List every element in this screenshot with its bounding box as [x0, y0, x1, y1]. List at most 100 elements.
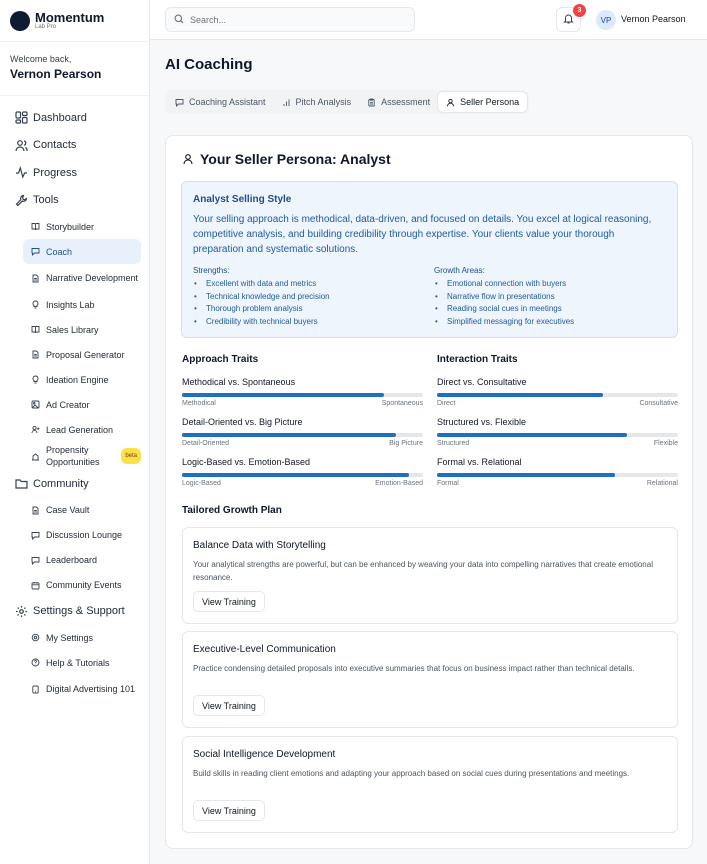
plan-item-title: Executive-Level Communication: [193, 644, 336, 655]
tab-pitch-analysis[interactable]: Pitch Analysis: [274, 92, 360, 112]
sidebar-item-community[interactable]: Community: [0, 470, 149, 498]
sidebar-item-label: Discussion Lounge: [46, 530, 123, 540]
sidebar-item-tools[interactable]: Tools: [0, 187, 149, 215]
selling-style-panel: Analyst Selling Style Your selling appro…: [181, 181, 678, 338]
brand-logo: [10, 10, 30, 31]
brand-name: Momentum: [35, 9, 105, 25]
sidebar-item-sales-library[interactable]: Sales Library: [23, 317, 141, 342]
trait-right-label: Flexible: [653, 440, 678, 447]
list-item: Technical knowledge and precision: [193, 291, 330, 304]
trait-bar-fill: [182, 473, 409, 477]
list-item: Emotional connection with buyers: [434, 278, 574, 291]
sidebar-item-help-tutorials[interactable]: Help & Tutorials: [23, 650, 141, 675]
brand[interactable]: Momentum Lab Pro: [0, 0, 149, 42]
plan-item-description: Your analytical strengths are powerful, …: [193, 560, 653, 582]
sidebar-item-label: Progress: [33, 166, 78, 179]
sidebar-item-propensity-opportunities[interactable]: Propensity Opportunities beta: [23, 442, 141, 470]
approach-traits-heading: Approach Traits: [182, 354, 259, 365]
sidebar-item-settings-support[interactable]: Settings & Support: [0, 598, 149, 626]
tab-label: Assessment: [381, 97, 431, 107]
sidebar-item-label: Digital Advertising 101: [46, 684, 136, 694]
sidebar-item-ad-creator[interactable]: Ad Creator: [23, 392, 141, 417]
tablet-icon: [31, 685, 40, 694]
sidebar-item-lead-generation[interactable]: Lead Generation: [23, 417, 141, 442]
tab-coaching-assistant[interactable]: Coaching Assistant: [167, 92, 274, 112]
selling-style-title: Analyst Selling Style: [193, 194, 292, 205]
sidebar-item-digital-advertising[interactable]: Digital Advertising 101: [23, 675, 141, 703]
trait-name: Direct vs. Consultative: [437, 377, 527, 387]
list-item: Thorough problem analysis: [193, 303, 330, 316]
search-icon: [174, 11, 184, 29]
sidebar-item-community-events[interactable]: Community Events: [23, 573, 141, 598]
sidebar-item-label: Contacts: [33, 139, 77, 152]
chat-icon: [31, 556, 40, 565]
clipboard-icon: [367, 98, 376, 107]
trait-logic-emotion: Logic-Based vs. Emotion-Based Logic-Base…: [182, 457, 423, 497]
search-input[interactable]: [190, 14, 390, 25]
sidebar-item-proposal-generator[interactable]: Proposal Generator: [23, 342, 141, 367]
sidebar-item-dashboard[interactable]: Dashboard: [0, 104, 149, 132]
sidebar-item-label: Coach: [46, 246, 73, 257]
sidebar-item-storybuilder[interactable]: Storybuilder: [23, 214, 141, 239]
view-training-button[interactable]: View Training: [193, 695, 265, 716]
sidebar-item-label: Propensity Opportunities: [46, 445, 100, 467]
trait-name: Methodical vs. Spontaneous: [182, 377, 296, 387]
top-header: 3 VP Vernon Pearson: [150, 0, 707, 40]
activity-icon: [15, 166, 28, 180]
trait-left-label: Detail-Oriented: [182, 440, 230, 447]
lightbulb-icon: [31, 300, 40, 309]
beta-badge: beta: [121, 448, 141, 464]
growth-areas-list: Emotional connection with buyers Narrati…: [434, 278, 574, 329]
help-icon: [31, 658, 40, 667]
sidebar-item-leaderboard[interactable]: Leaderboard: [23, 548, 141, 573]
strengths-heading: Strengths:: [193, 266, 230, 275]
tab-assessment[interactable]: Assessment: [359, 92, 438, 112]
chat-icon: [175, 98, 184, 107]
trait-bar: [437, 393, 678, 397]
sidebar-item-label: My Settings: [46, 632, 94, 643]
notifications-button[interactable]: 3: [556, 4, 586, 32]
trait-detail-bigpicture: Detail-Oriented vs. Big Picture Detail-O…: [182, 417, 423, 457]
trait-left-label: Logic-Based: [182, 480, 221, 487]
trait-bar-fill: [182, 393, 385, 397]
user-plus-icon: [31, 425, 40, 434]
trait-formal-relational: Formal vs. Relational Formal Relational: [437, 457, 678, 497]
sidebar-item-coach[interactable]: Coach: [23, 239, 141, 264]
sidebar-item-ideation-engine[interactable]: Ideation Engine: [23, 367, 141, 392]
sidebar-item-label: Ideation Engine: [46, 374, 109, 385]
avatar[interactable]: VP: [596, 10, 616, 30]
tab-seller-persona[interactable]: Seller Persona: [438, 92, 528, 112]
list-item: Narrative flow in presentations: [434, 291, 574, 304]
sidebar-item-label: Leaderboard: [46, 555, 98, 565]
sidebar-item-my-settings[interactable]: My Settings: [23, 625, 141, 650]
sidebar-item-progress[interactable]: Progress: [0, 159, 149, 187]
view-training-button[interactable]: View Training: [193, 591, 265, 612]
trait-right-label: Spontaneous: [381, 400, 423, 407]
trait-bar-fill: [437, 473, 616, 477]
sidebar-nav: Dashboard Contacts Progress Tools Storyb…: [0, 96, 149, 703]
users-icon: [15, 139, 28, 152]
wrench-icon: [15, 194, 28, 207]
trait-right-label: Emotion-Based: [375, 480, 423, 487]
sidebar-item-insights-lab[interactable]: Insights Lab: [23, 292, 141, 317]
sidebar-item-narrative-development[interactable]: Narrative Development: [23, 264, 141, 292]
brand-subtitle: Lab Pro: [35, 23, 57, 30]
gear-icon: [15, 605, 28, 618]
sidebar-item-label: Case Vault: [46, 505, 90, 515]
folder-icon: [15, 477, 28, 490]
sidebar-item-label: Community: [33, 477, 89, 490]
book-open-icon: [31, 325, 40, 334]
sidebar-item-case-vault[interactable]: Case Vault: [23, 498, 141, 523]
welcome-name: Vernon Pearson: [10, 67, 102, 81]
sidebar-item-discussion-lounge[interactable]: Discussion Lounge: [23, 523, 141, 548]
sidebar-item-contacts[interactable]: Contacts: [0, 132, 149, 160]
header-user-name[interactable]: Vernon Pearson: [621, 14, 686, 24]
user-icon: [182, 153, 194, 165]
document-icon: [31, 274, 40, 283]
growth-plan-item: Executive-Level Communication Practice c…: [182, 631, 678, 728]
search-box[interactable]: [165, 7, 415, 32]
building-icon: [31, 452, 40, 461]
view-training-button[interactable]: View Training: [193, 800, 265, 821]
sidebar-item-label: Storybuilder: [46, 221, 95, 232]
trait-bar: [437, 473, 678, 477]
